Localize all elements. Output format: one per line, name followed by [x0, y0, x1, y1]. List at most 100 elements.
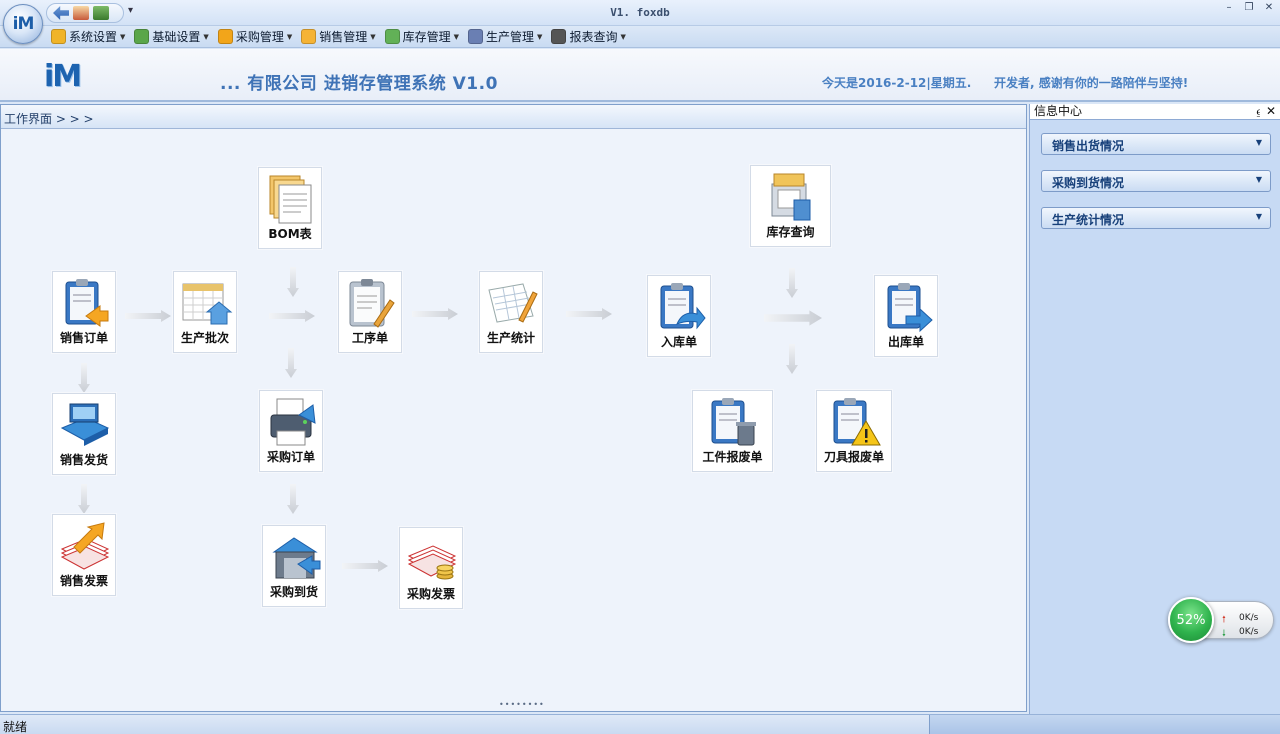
node-label: 销售订单 [59, 331, 108, 345]
flow-arrow-right-icon [125, 310, 171, 322]
node-inbound[interactable]: 入库单 [647, 275, 711, 357]
menu-item[interactable]: 报表查询 ▼ [548, 27, 628, 47]
status-text: 就绪 [3, 720, 28, 734]
chevron-down-icon: ▼ [453, 32, 460, 41]
flow-arrow-down-icon [786, 344, 798, 374]
clipboard-arrow-icon [65, 279, 109, 327]
menu-item-label: 生产管理 [486, 30, 535, 44]
close-panel-icon[interactable]: ✕ [1266, 104, 1276, 119]
flow-arrow-right-icon [342, 560, 388, 572]
info-center-title: 信息中心 [1034, 104, 1083, 118]
warehouse-icon [384, 29, 400, 44]
node-production-batch[interactable]: 生产批次 [173, 271, 237, 353]
pencil-list-icon [134, 29, 150, 44]
node-label: 生产批次 [180, 331, 229, 345]
node-label: 采购订单 [266, 450, 315, 464]
close-icon[interactable]: ✕ [1262, 2, 1276, 14]
clipboard-warning-icon [833, 398, 881, 446]
menu-item[interactable]: 库存管理 ▼ [382, 27, 462, 47]
menu-item[interactable]: 系统设置 ▼ [48, 27, 128, 47]
section-purchase-arrival[interactable]: 采购到货情况 ▼ [1041, 170, 1271, 192]
menu-item[interactable]: 销售管理 ▼ [298, 27, 378, 47]
node-label: 工序单 [351, 331, 388, 345]
spreadsheet-pen-icon [488, 283, 538, 323]
chevron-down-icon: ▼ [1255, 212, 1262, 221]
node-label: 工件报废单 [702, 450, 763, 464]
menu-item[interactable]: 生产管理 ▼ [465, 27, 545, 47]
node-purchase-arrival[interactable]: 采购到货 [262, 525, 326, 607]
chevron-down-icon: ▼ [620, 32, 626, 41]
node-bom[interactable]: BOM表 [258, 167, 322, 249]
sales-tag-icon [301, 29, 317, 44]
invoice-coins-icon [407, 545, 457, 580]
minimize-icon[interactable]: – [1222, 2, 1236, 14]
window-title: V1. foxdb [610, 6, 670, 19]
chevron-down-icon: ▼ [1255, 175, 1262, 184]
flow-arrow-down-icon [786, 268, 798, 298]
report-eye-icon [551, 29, 567, 44]
node-label: BOM表 [268, 227, 312, 241]
node-outbound[interactable]: 出库单 [874, 275, 938, 357]
resize-grip[interactable]: •••••••• [499, 700, 545, 709]
node-sales-shipment[interactable]: 销售发货 [52, 393, 116, 475]
node-label: 销售发票 [59, 574, 108, 588]
node-tool-scrap[interactable]: 刀具报废单 [816, 390, 892, 472]
pin-icon[interactable]: ⍷ [1255, 104, 1262, 119]
flow-arrow-down-icon [285, 348, 297, 378]
node-production-stats[interactable]: 生产统计 [479, 271, 543, 353]
section-production-stats[interactable]: 生产统计情况 ▼ [1041, 207, 1271, 229]
download-speed: 0K/s [1239, 627, 1259, 637]
title-bar: ▾ V1. foxdb – ❐ ✕ [0, 0, 1280, 26]
bom-documents-icon [269, 175, 312, 224]
section-title: 生产统计情况 [1052, 213, 1125, 227]
workspace-panel: 工作界面 > > > BOM表 销售订单 生产批次 工序单 生产统计 入库单 库… [0, 104, 1027, 712]
flow-arrow-right-icon [566, 308, 612, 320]
flow-arrow-right-icon [764, 310, 822, 326]
node-stock-query[interactable]: 库存查询 [750, 165, 831, 247]
section-title: 采购到货情况 [1052, 176, 1125, 190]
section-sales-shipment[interactable]: 销售出货情况 ▼ [1041, 133, 1271, 155]
calendar-house-icon [182, 283, 233, 325]
chevron-down-icon: ▼ [286, 32, 293, 41]
memory-usage-percent: 52% [1168, 597, 1214, 643]
flow-arrow-down-icon [287, 267, 299, 297]
node-label: 入库单 [660, 335, 697, 349]
node-sales-order[interactable]: 销售订单 [52, 271, 116, 353]
menu-item-label: 库存管理 [402, 30, 451, 44]
chevron-down-icon: ▼ [120, 32, 126, 41]
node-purchase-invoice[interactable]: 采购发票 [399, 527, 463, 609]
orb-logo-text: iM [12, 14, 35, 34]
header-banner: iM ... 有限公司 进销存管理系统 V1.0 今天是2016-2-12|星期… [0, 49, 1280, 102]
invoice-arrow-icon [60, 522, 110, 570]
clipboard-return-icon [660, 283, 706, 330]
clipboard-trash-icon [711, 398, 756, 446]
menu-item[interactable]: 基础设置 ▼ [131, 27, 211, 47]
date-text: 今天是2016-2-12|星期五. [822, 76, 972, 90]
flow-arrow-down-icon [78, 484, 90, 514]
chevron-down-icon: ▼ [203, 32, 209, 41]
node-purchase-order[interactable]: 采购订单 [259, 390, 323, 472]
thanks-text: 开发者, 感谢有你的一路陪伴与坚持! [994, 76, 1189, 90]
node-process-order[interactable]: 工序单 [338, 271, 402, 353]
status-bar-right-pane [929, 715, 1280, 734]
menu-item[interactable]: 采购管理 ▼ [215, 27, 295, 47]
application-orb-button[interactable]: iM [3, 4, 43, 44]
node-label: 采购到货 [269, 585, 318, 599]
node-sales-invoice[interactable]: 销售发票 [52, 514, 116, 596]
node-label: 销售发货 [59, 453, 108, 467]
warehouse-arrival-icon [272, 537, 321, 579]
flow-arrow-right-icon [412, 308, 458, 320]
restore-icon[interactable]: ❐ [1242, 2, 1256, 14]
node-label: 出库单 [887, 335, 924, 349]
clipboard-out-icon [887, 283, 933, 333]
workspace-header: 工作界面 > > > [1, 105, 1026, 129]
download-arrow-icon: 🠗 [1222, 629, 1226, 639]
menu-item-label: 采购管理 [235, 30, 284, 44]
flow-arrow-down-icon [287, 484, 299, 514]
node-part-scrap[interactable]: 工件报废单 [692, 390, 773, 472]
tools-icon [468, 29, 484, 44]
gear-star-icon [51, 29, 66, 44]
menu-bar: 系统设置 ▼ 基础设置 ▼ 采购管理 ▼ 销售管理 ▼ 库存管理 ▼ 生产管理 ▼ 报表查询 ▼ [0, 26, 1280, 48]
network-speed-widget[interactable]: 🠕 🠗 0K/s 0K/s 52% [1168, 597, 1274, 643]
chevron-down-icon: ▼ [537, 32, 543, 41]
